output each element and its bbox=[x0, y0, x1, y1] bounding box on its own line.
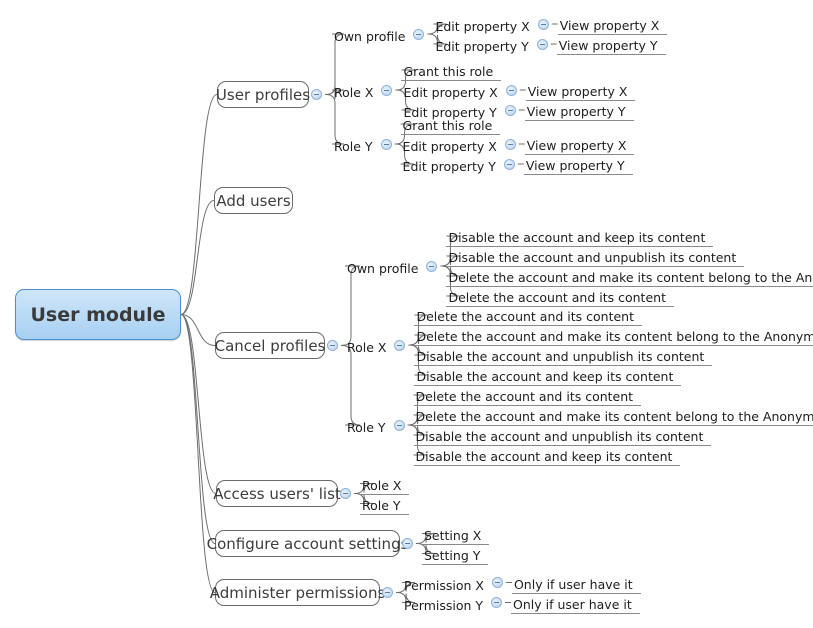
node-configure-settings-child-0[interactable]: Setting X bbox=[422, 523, 490, 545]
node-cancel-profiles-1-leaf-3[interactable]: Disable the account and keep its content bbox=[414, 364, 682, 386]
collapse-toggle-user-profiles-0-0[interactable] bbox=[537, 18, 549, 30]
node-cancel-profiles-2-leaf-0[interactable]: Delete the account and its content bbox=[413, 384, 642, 406]
node-label: Disable the account and keep its content bbox=[413, 449, 681, 466]
collapse-toggle-configure-settings[interactable] bbox=[402, 538, 413, 549]
collapse-toggle-cancel-profiles-2[interactable] bbox=[393, 419, 405, 431]
branch-node-administer-permissions[interactable]: Administer permissions bbox=[210, 579, 385, 606]
node-label: Role X bbox=[334, 85, 374, 100]
collapse-toggle-user-profiles-1[interactable] bbox=[381, 84, 393, 96]
node-label: Role X bbox=[347, 340, 387, 355]
collapse-toggle-cancel-profiles-1[interactable] bbox=[394, 339, 406, 351]
node-administer-permissions-0-leaf-0[interactable]: Only if user have it bbox=[511, 572, 641, 594]
mind-map-canvas: User module User profiles Own profile Edit … bbox=[0, 0, 813, 628]
node-cancel-profiles-child-0[interactable]: Own profile bbox=[345, 255, 426, 277]
node-cancel-profiles-1-leaf-0[interactable]: Delete the account and its content bbox=[414, 304, 642, 326]
node-user-profiles-0-leaf-1[interactable]: Edit property Y bbox=[433, 33, 536, 55]
collapse-toggle-user-profiles-2-1[interactable] bbox=[504, 138, 516, 150]
collapse-toggle-user-profiles-1-1[interactable] bbox=[505, 84, 517, 96]
branch-node-configure-settings[interactable]: Configure account settings bbox=[207, 530, 408, 557]
node-user-profiles-child-0[interactable]: Own profile bbox=[332, 23, 413, 45]
node-cancel-profiles-child-1[interactable]: Role X bbox=[345, 334, 394, 356]
collapse-toggle-access-users-list[interactable] bbox=[340, 488, 351, 499]
branch-node-label: Add users bbox=[216, 191, 291, 210]
node-user-profiles-1-leaf-0[interactable]: Grant this role bbox=[401, 59, 502, 81]
branch-node-label: Cancel profiles bbox=[214, 336, 326, 355]
collapse-toggle-administer-permissions-0[interactable] bbox=[491, 577, 503, 588]
collapse-toggle-user-profiles-1-2[interactable] bbox=[504, 104, 516, 116]
branch-node-label: Access users' list bbox=[213, 484, 341, 503]
node-cancel-profiles-2-leaf-2[interactable]: Disable the account and unpublish its co… bbox=[413, 424, 712, 446]
collapse-toggle-administer-permissions-1[interactable] bbox=[491, 597, 503, 608]
node-label: Setting Y bbox=[422, 548, 489, 565]
node-label: Edit property Y bbox=[435, 39, 529, 54]
node-cancel-profiles-2-leaf-3[interactable]: Disable the account and keep its content bbox=[413, 444, 681, 466]
branch-node-cancel-profiles[interactable]: Cancel profiles bbox=[215, 332, 325, 359]
node-user-profiles-2-leaf-1[interactable]: Edit property X bbox=[401, 133, 505, 155]
node-user-profiles-0-leaf-0[interactable]: Edit property X bbox=[433, 13, 537, 35]
node-cancel-profiles-2-leaf-1[interactable]: Delete the account and make its content … bbox=[413, 404, 813, 426]
node-label: Only if user have it bbox=[511, 597, 640, 614]
node-user-profiles-1-2-leaf-0[interactable]: View property Y bbox=[524, 99, 634, 121]
node-user-profiles-1-1-leaf-0[interactable]: View property X bbox=[525, 79, 636, 101]
node-user-profiles-0-0-leaf-0[interactable]: View property X bbox=[557, 13, 668, 35]
node-user-profiles-0-1-leaf-0[interactable]: View property Y bbox=[556, 33, 666, 55]
node-user-profiles-2-leaf-2[interactable]: Edit property Y bbox=[401, 153, 504, 175]
node-user-profiles-1-leaf-1[interactable]: Edit property X bbox=[401, 79, 505, 101]
node-cancel-profiles-1-leaf-2[interactable]: Disable the account and unpublish its co… bbox=[414, 344, 713, 366]
node-cancel-profiles-child-2[interactable]: Role Y bbox=[345, 414, 394, 436]
branch-node-add-users[interactable]: Add users bbox=[214, 187, 293, 214]
node-label: Role Y bbox=[334, 139, 373, 154]
node-label: Role Y bbox=[360, 498, 409, 515]
collapse-toggle-cancel-profiles[interactable] bbox=[327, 340, 338, 351]
branch-node-label: User profiles bbox=[215, 85, 311, 104]
node-label: Own profile bbox=[347, 261, 419, 276]
node-label: View property Y bbox=[556, 38, 666, 55]
collapse-toggle-cancel-profiles-0[interactable] bbox=[426, 260, 438, 272]
root-node[interactable]: User module bbox=[15, 289, 181, 340]
node-label: Own profile bbox=[334, 29, 406, 44]
branch-node-access-users-list[interactable]: Access users' list bbox=[213, 480, 341, 507]
node-cancel-profiles-1-leaf-1[interactable]: Delete the account and make its content … bbox=[414, 324, 813, 346]
node-cancel-profiles-0-leaf-2[interactable]: Delete the account and make its content … bbox=[446, 265, 813, 287]
node-label: Role Y bbox=[347, 420, 386, 435]
node-user-profiles-child-2[interactable]: Role Y bbox=[332, 133, 381, 155]
node-user-profiles-2-leaf-0[interactable]: Grant this role bbox=[400, 113, 501, 135]
collapse-toggle-user-profiles-0[interactable] bbox=[413, 28, 425, 40]
node-administer-permissions-child-1[interactable]: Permission Y bbox=[402, 592, 491, 614]
node-label: Edit property Y bbox=[402, 159, 496, 174]
node-user-profiles-2-2-leaf-0[interactable]: View property Y bbox=[523, 153, 633, 175]
collapse-toggle-user-profiles-2[interactable] bbox=[380, 138, 392, 150]
node-administer-permissions-1-leaf-0[interactable]: Only if user have it bbox=[511, 592, 640, 614]
node-administer-permissions-child-0[interactable]: Permission X bbox=[402, 572, 492, 594]
node-cancel-profiles-0-leaf-0[interactable]: Disable the account and keep its content bbox=[446, 225, 714, 247]
node-access-users-list-child-1[interactable]: Role Y bbox=[360, 493, 409, 515]
node-label: View property Y bbox=[524, 104, 634, 121]
root-node-label: User module bbox=[30, 303, 166, 326]
collapse-toggle-user-profiles[interactable] bbox=[311, 89, 322, 100]
collapse-toggle-user-profiles-2-2[interactable] bbox=[503, 158, 515, 170]
collapse-toggle-administer-permissions[interactable] bbox=[382, 587, 393, 598]
node-user-profiles-child-1[interactable]: Role X bbox=[332, 79, 381, 101]
node-access-users-list-child-0[interactable]: Role X bbox=[360, 473, 410, 495]
node-label: View property Y bbox=[523, 158, 633, 175]
node-label: Permission Y bbox=[404, 597, 484, 613]
branch-node-label: Administer permissions bbox=[209, 583, 386, 602]
collapse-toggle-user-profiles-0-1[interactable] bbox=[536, 38, 548, 50]
branch-node-user-profiles[interactable]: User profiles bbox=[215, 81, 311, 108]
node-configure-settings-child-1[interactable]: Setting Y bbox=[422, 543, 489, 565]
node-cancel-profiles-0-leaf-1[interactable]: Disable the account and unpublish its co… bbox=[446, 245, 745, 267]
branch-node-label: Configure account settings bbox=[206, 534, 409, 553]
node-user-profiles-2-1-leaf-0[interactable]: View property X bbox=[524, 133, 635, 155]
